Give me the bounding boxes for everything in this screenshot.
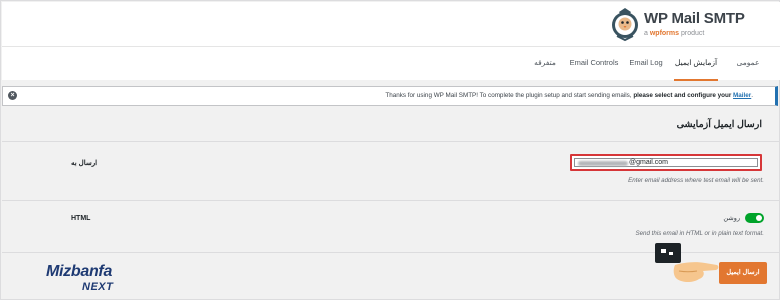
notice-text: Thanks for using WP Mail SMTP! To comple… — [385, 92, 753, 99]
watermark-bottom: NEXT — [82, 281, 114, 293]
brand-subtitle: a wpforms product — [644, 30, 704, 37]
watermark-top: Mizbanfa — [46, 263, 113, 280]
plugin-header: WP Mail SMTP a wpforms product — [2, 2, 780, 46]
tab-email-controls[interactable]: Email Controls — [568, 47, 620, 81]
html-label: HTML — [71, 215, 91, 222]
html-help: Send this email in HTML or in plain text… — [635, 230, 764, 237]
send-to-field-highlight: @gmail.com — [570, 154, 762, 171]
email-value: @gmail.com — [629, 159, 669, 166]
tab-email-test[interactable]: آزمایش ایمیل — [674, 47, 718, 81]
toggle-knob — [756, 215, 762, 221]
tab-misc[interactable]: متفرقه — [530, 47, 560, 81]
settings-page: WP Mail SMTP a wpforms product عمومی آزم… — [0, 0, 780, 300]
brand-sub-brand: wpforms — [649, 30, 680, 37]
divider — [2, 141, 780, 142]
send-to-help: Enter email address where test email wil… — [628, 177, 764, 184]
html-toggle-label: روشن — [723, 215, 740, 222]
pigeon-logo-icon — [612, 8, 638, 42]
tab-general[interactable]: عمومی — [730, 47, 766, 81]
mizbanfa-watermark-logo: Mizbanfa NEXT — [46, 263, 136, 297]
pointing-hand-icon — [655, 243, 719, 282]
brand: WP Mail SMTP a wpforms product — [610, 6, 770, 42]
brand-title: WP Mail SMTP — [644, 10, 745, 27]
setup-notice: × Thanks for using WP Mail SMTP! To comp… — [2, 86, 778, 106]
send-to-input[interactable]: @gmail.com — [574, 158, 758, 167]
notice-end: . — [751, 92, 753, 99]
brand-sub-suffix: product — [680, 30, 705, 37]
html-toggle[interactable] — [745, 213, 764, 223]
send-email-button[interactable]: ارسال ایمیل — [719, 262, 767, 284]
dismiss-icon[interactable]: × — [8, 91, 17, 100]
notice-message: Thanks for using WP Mail SMTP! To comple… — [385, 92, 632, 99]
html-toggle-wrap: روشن — [704, 213, 764, 223]
section-title: ارسال ایمیل آزمایشی — [676, 119, 762, 130]
brand-sub-prefix: a — [644, 30, 648, 37]
settings-tabs: عمومی آزمایش ایمیل Email Log Email Contr… — [2, 46, 780, 81]
send-to-label: ارسال به — [71, 160, 98, 167]
tab-email-log[interactable]: Email Log — [627, 47, 665, 81]
mailer-link[interactable]: Mailer — [733, 92, 751, 99]
blurred-email-username — [578, 161, 628, 166]
divider — [2, 200, 780, 201]
notice-bold: please select and configure your — [633, 92, 732, 99]
